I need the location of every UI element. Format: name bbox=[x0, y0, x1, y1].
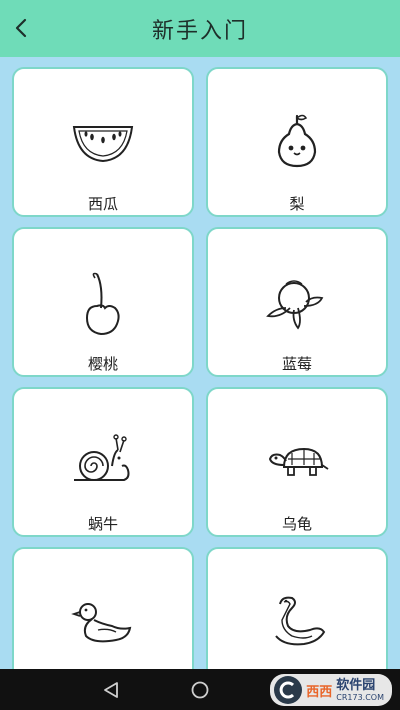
blueberry-icon bbox=[266, 280, 324, 330]
card-label: 西瓜 bbox=[87, 195, 118, 213]
nav-back-button[interactable] bbox=[98, 677, 124, 703]
chevron-left-icon bbox=[15, 18, 27, 38]
snail-icon bbox=[74, 434, 130, 481]
duck-icon bbox=[71, 603, 132, 643]
pear-icon bbox=[277, 114, 317, 168]
page-title: 新手入门 bbox=[151, 18, 248, 44]
nav-back-icon bbox=[104, 682, 118, 698]
card-blueberry[interactable]: 蓝莓 bbox=[206, 227, 388, 377]
card-label: 蓝莓 bbox=[281, 355, 312, 373]
watermark-brand: 西西 bbox=[306, 684, 333, 700]
card-turtle[interactable]: 乌龟 bbox=[206, 387, 388, 537]
cherry-icon bbox=[85, 272, 120, 336]
card-label: 蜗牛 bbox=[87, 515, 118, 533]
card-pear[interactable]: 梨 bbox=[206, 67, 388, 217]
snake-icon bbox=[275, 596, 326, 646]
card-watermelon[interactable]: 西瓜 bbox=[12, 67, 194, 217]
card-snake[interactable] bbox=[206, 547, 388, 669]
nav-home-icon bbox=[191, 681, 209, 699]
watermark-logo-icon bbox=[274, 676, 303, 704]
back-button[interactable] bbox=[6, 12, 36, 44]
card-label: 樱桃 bbox=[87, 355, 118, 373]
watermark-url: CR173.COM bbox=[336, 692, 384, 702]
nav-home-button[interactable] bbox=[187, 677, 213, 703]
turtle-icon bbox=[268, 447, 329, 476]
card-duck[interactable] bbox=[12, 547, 194, 669]
watermark-site: 软件园 bbox=[336, 677, 376, 693]
watermelon-icon bbox=[72, 126, 134, 163]
card-cherry[interactable]: 樱桃 bbox=[12, 227, 194, 377]
app-header: 新手入门 bbox=[0, 0, 400, 57]
lesson-grid: 西瓜 梨 樱桃 蓝莓 蜗牛 乌龟 bbox=[0, 57, 400, 669]
card-label: 梨 bbox=[289, 195, 305, 213]
card-snail[interactable]: 蜗牛 bbox=[12, 387, 194, 537]
card-label: 乌龟 bbox=[281, 515, 312, 533]
site-watermark: 西西 软件园 CR173.COM bbox=[270, 674, 392, 706]
